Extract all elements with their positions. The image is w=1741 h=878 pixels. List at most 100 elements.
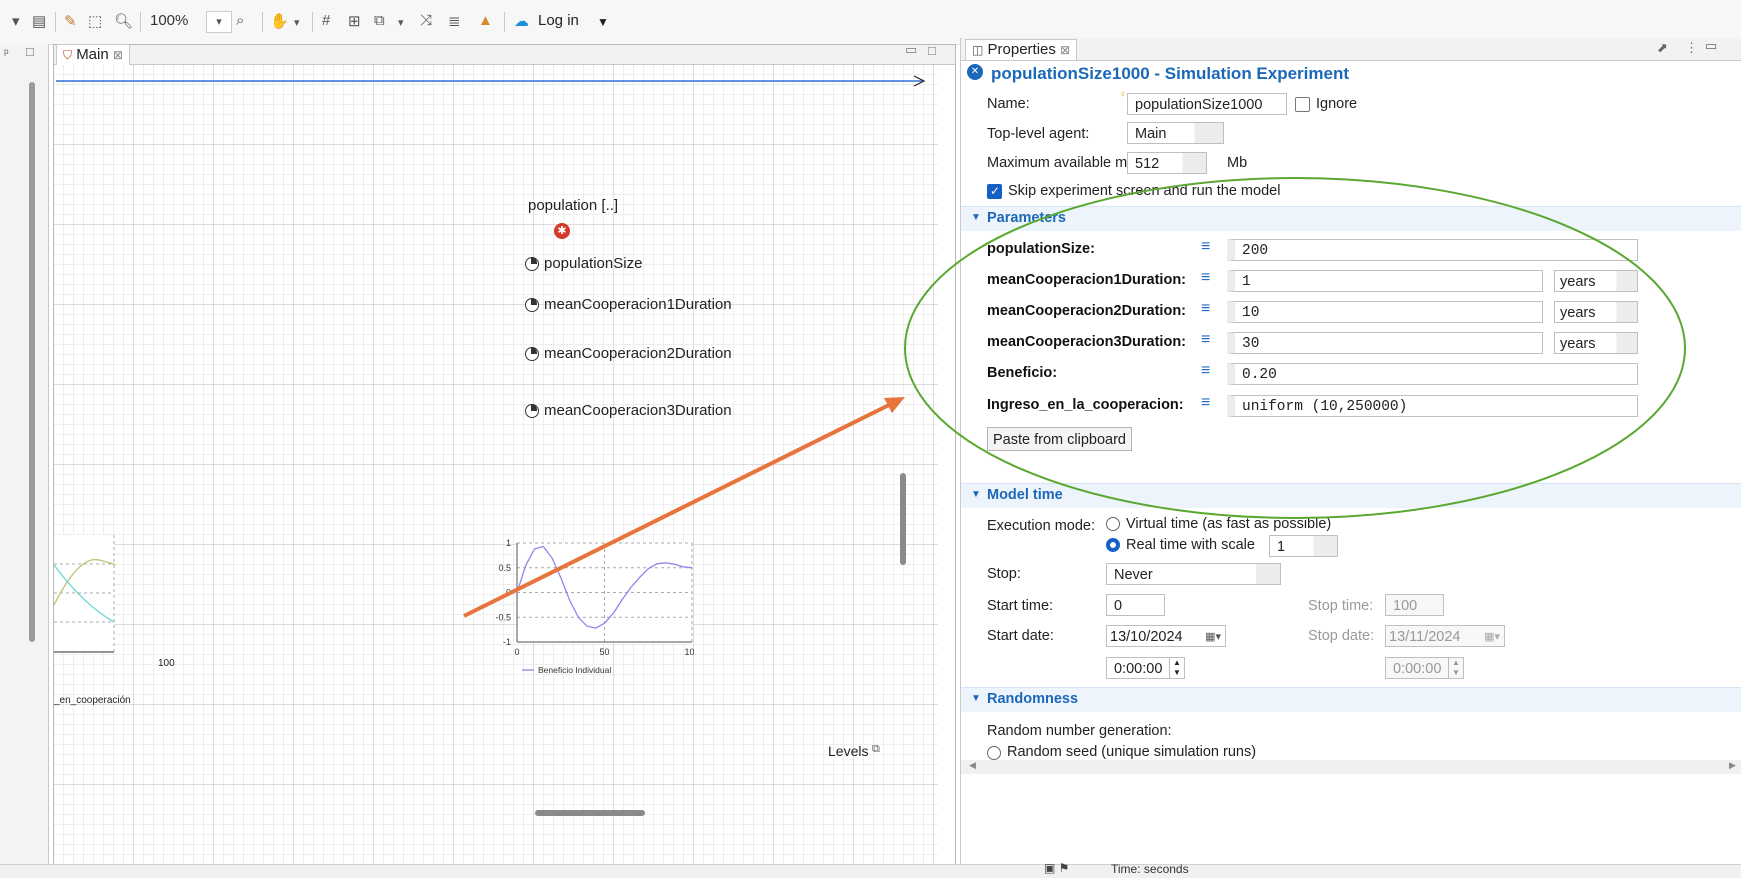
param-populationSize[interactable]: populationSize xyxy=(525,255,642,272)
scroll-left-icon[interactable]: ◀ xyxy=(969,760,976,771)
minimize-editor-icon[interactable]: ▭ xyxy=(905,42,917,58)
scale-field[interactable]: 1 xyxy=(1269,535,1338,557)
align-icon[interactable]: ⧉ xyxy=(374,12,385,29)
layers-icon[interactable]: ⊞ xyxy=(348,12,361,30)
static-value-icon[interactable]: ≡ xyxy=(1201,362,1210,380)
pencil-icon[interactable]: ✎ xyxy=(64,12,77,30)
login-dropdown-icon[interactable]: ▼ xyxy=(597,15,609,29)
zoom-dropdown[interactable]: ▾ xyxy=(206,11,232,33)
top-agent-select[interactable]: Main xyxy=(1127,122,1224,144)
levels-icon[interactable]: ⧉ xyxy=(872,743,880,756)
param-value-meanCooperacion3Duration[interactable]: 30 xyxy=(1227,332,1543,354)
random-seed-radio[interactable] xyxy=(987,746,1001,760)
close-icon[interactable]: ⊠ xyxy=(1060,43,1070,57)
static-value-icon[interactable]: ≡ xyxy=(1201,238,1210,256)
scroll-right-icon[interactable]: ▶ xyxy=(1729,760,1736,771)
population-label[interactable]: population [..] xyxy=(528,197,618,214)
grid-icon[interactable]: # xyxy=(322,12,330,29)
hand-icon[interactable]: ✋ xyxy=(270,12,289,30)
param-value-beneficio[interactable]: 0.20 xyxy=(1227,363,1638,385)
spinner-icon[interactable]: ▲ ▼ xyxy=(1169,658,1184,678)
static-value-icon[interactable]: ≡ xyxy=(1201,331,1210,349)
status-icons: ▣ ⚑ xyxy=(1044,861,1070,875)
param-value-ingreso[interactable]: uniform (10,250000) xyxy=(1227,395,1638,417)
vertical-scrollbar[interactable] xyxy=(900,473,906,565)
param-label-ingreso: Ingreso_en_la_cooperacion: xyxy=(987,397,1184,413)
name-field[interactable]: populationSize1000 xyxy=(1127,93,1287,115)
tab-main-label: Main xyxy=(76,46,109,63)
zoom-fit-icon[interactable]: ⌕ xyxy=(236,12,244,29)
stop-date-field[interactable]: 13/11/2024 ▦▾ xyxy=(1385,625,1505,647)
view-menu-icon[interactable]: ⋮ xyxy=(1685,40,1698,56)
hand-dropdown-icon[interactable]: ▾ xyxy=(294,16,300,29)
spinner-icon[interactable]: ▲ ▼ xyxy=(1448,658,1463,678)
calendar-icon[interactable]: ▦▾ xyxy=(1205,626,1221,648)
levels-label[interactable]: Levels xyxy=(828,743,868,759)
unit-select[interactable]: years xyxy=(1554,301,1638,323)
connector-icon[interactable]: ⤨ xyxy=(420,12,432,29)
tab-main[interactable]: ⛉ Main ⊠ xyxy=(56,44,130,65)
skip-experiment-checkbox[interactable] xyxy=(987,184,1002,199)
start-clock-field[interactable]: 0:00:00 ▲ ▼ xyxy=(1106,657,1185,679)
top-agent-label: Top-level agent: xyxy=(987,126,1090,142)
align-dropdown-icon[interactable]: ▾ xyxy=(398,16,404,29)
zoom-level[interactable]: 100% xyxy=(150,12,188,29)
start-time-field[interactable]: 0 xyxy=(1106,594,1165,616)
section-randomness[interactable]: ▼ Randomness xyxy=(961,687,1741,712)
param-meanCooperacion2Duration[interactable]: meanCooperacion2Duration xyxy=(525,345,732,362)
pin-icon[interactable]: ⬈ xyxy=(1657,40,1668,56)
section-parameters[interactable]: ▼ Parameters xyxy=(961,206,1741,231)
ignore-label: Ignore xyxy=(1316,96,1358,112)
calendar-icon[interactable]: ▦▾ xyxy=(1484,626,1500,648)
zoom-region-icon[interactable]: ⬚ xyxy=(88,12,102,30)
start-date-field[interactable]: 13/10/2024 ▦▾ xyxy=(1106,625,1226,647)
parameter-icon xyxy=(525,347,539,362)
stack-icon[interactable]: ≣ xyxy=(448,12,461,30)
static-value-icon[interactable]: ≡ xyxy=(1201,269,1210,287)
y-tick-label: -0.5 xyxy=(495,612,511,622)
unit-select[interactable]: years xyxy=(1554,332,1638,354)
stop-select[interactable]: Never xyxy=(1106,563,1281,585)
left-chart-caption: _en_cooperación xyxy=(54,695,131,706)
left-partial-chart[interactable] xyxy=(54,535,184,695)
paste-from-clipboard-button[interactable]: Paste from clipboard xyxy=(987,427,1132,451)
static-value-icon[interactable]: ≡ xyxy=(1201,394,1210,412)
virtual-time-radio[interactable] xyxy=(1106,517,1120,531)
agent-population-icon[interactable]: ✱ xyxy=(554,223,570,239)
flow-arrow[interactable] xyxy=(54,65,938,105)
start-time-label: Start time: xyxy=(987,598,1054,614)
chart-icon[interactable]: ▲ xyxy=(478,12,493,29)
close-icon[interactable]: ⊠ xyxy=(113,48,123,62)
graphical-editor-canvas[interactable]: population [..] ✱ populationSize meanCoo… xyxy=(54,65,938,865)
stop-clock-field[interactable]: 0:00:00 ▲ ▼ xyxy=(1385,657,1464,679)
tab-properties[interactable]: ◫ Properties ⊠ xyxy=(965,39,1078,60)
layout-icon[interactable]: ▤ xyxy=(32,12,46,30)
static-value-icon[interactable]: ≡ xyxy=(1201,300,1210,318)
stop-time-field[interactable]: 100 xyxy=(1385,594,1444,616)
real-time-radio[interactable] xyxy=(1106,538,1120,552)
memory-field[interactable]: 512 xyxy=(1127,152,1207,174)
minimize-icon[interactable]: ᵖ xyxy=(4,46,9,60)
beneficio-chart[interactable]: 10.50-0.5-1050100Beneficio Individual xyxy=(434,527,694,687)
param-meanCooperacion3Duration[interactable]: meanCooperacion3Duration xyxy=(525,402,732,419)
param-value-meanCooperacion2Duration[interactable]: 10 xyxy=(1227,301,1543,323)
vertical-scrollbar[interactable] xyxy=(29,82,35,642)
dropdown-arrow-icon[interactable]: ▾ xyxy=(12,12,20,30)
unit-select[interactable]: years xyxy=(1554,270,1638,292)
maximize-editor-icon[interactable]: □ xyxy=(928,43,936,58)
section-randomness-label: Randomness xyxy=(987,691,1079,707)
zoom-out-icon[interactable]: 🔍︎ xyxy=(114,12,133,30)
horizontal-scrollbar[interactable] xyxy=(535,810,645,816)
maximize-icon[interactable]: □ xyxy=(26,44,34,59)
section-model-time[interactable]: ▼ Model time xyxy=(961,483,1741,508)
horizontal-scrollbar[interactable]: ◀ ▶ xyxy=(961,760,1741,774)
login-button[interactable]: Log in xyxy=(538,12,579,29)
param-label-populationSize: populationSize: xyxy=(987,241,1095,257)
ignore-checkbox[interactable] xyxy=(1295,97,1310,112)
minimize-panel-icon[interactable]: ▭ xyxy=(1705,38,1717,54)
parameter-icon xyxy=(525,298,539,313)
param-value-populationSize[interactable]: 200 xyxy=(1227,239,1638,261)
param-meanCooperacion1Duration[interactable]: meanCooperacion1Duration xyxy=(525,296,732,313)
param-label: meanCooperacion3Duration xyxy=(544,402,732,419)
param-value-meanCooperacion1Duration[interactable]: 1 xyxy=(1227,270,1543,292)
